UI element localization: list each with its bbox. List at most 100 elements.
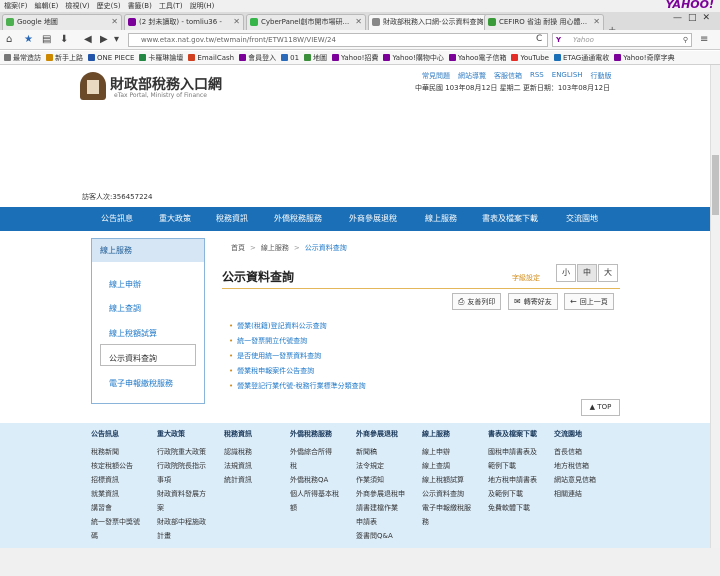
- link-vat-filing[interactable]: 營業稅申報案件公告查詢: [229, 366, 314, 376]
- service-mail-link[interactable]: 客服信箱: [494, 71, 522, 81]
- nav-online-services[interactable]: 線上服務: [425, 207, 457, 231]
- nav-tax-info[interactable]: 稅務資訊: [216, 207, 248, 231]
- search-icon[interactable]: ⚲: [683, 34, 688, 46]
- forward-to-friend-button[interactable]: ✉ 轉寄好友: [508, 293, 558, 310]
- bookmark-item[interactable]: Yahoo!奇摩字典: [614, 51, 675, 64]
- mail-icon: ✉: [514, 297, 521, 306]
- sidebar-title: 線上服務: [92, 239, 204, 262]
- close-icon[interactable]: ✕: [593, 15, 600, 29]
- search-input[interactable]: Y Yahoo ⚲: [552, 33, 692, 47]
- sidebar-item-online-apply[interactable]: 線上申辦: [109, 279, 141, 290]
- tab-etax[interactable]: 財政部稅務入口網-公示資料查詢 ✕: [368, 14, 488, 30]
- font-small-button[interactable]: 小: [556, 264, 576, 282]
- bookmark-item[interactable]: EmailCash: [188, 51, 234, 64]
- back-to-top-button[interactable]: ▲ TOP: [581, 399, 620, 416]
- sitemap-link[interactable]: 網站導覽: [458, 71, 486, 81]
- rss-link[interactable]: RSS: [530, 71, 544, 81]
- cefiro-favicon-icon: [488, 18, 496, 26]
- nav-exhibition-refund[interactable]: 外商參展退稅: [349, 207, 397, 231]
- etax-favicon-icon: [372, 18, 380, 26]
- home-icon[interactable]: ⌂: [6, 34, 12, 45]
- forward-icon[interactable]: ▶: [100, 34, 108, 45]
- tab-label: Google 地圖: [17, 18, 58, 26]
- bookmarks-menu-icon[interactable]: ▤: [42, 34, 51, 45]
- nav-foreigner-tax[interactable]: 外僑稅務服務: [274, 207, 322, 231]
- logo-title: 財政部稅務入口網: [110, 77, 222, 93]
- reload-icon[interactable]: C: [536, 34, 542, 44]
- bookmark-item[interactable]: Yahoo電子信箱: [448, 51, 506, 64]
- print-button[interactable]: ⎙ 友善列印: [452, 293, 502, 310]
- download-icon[interactable]: ⬇: [60, 34, 68, 45]
- breadcrumb-home[interactable]: 首頁: [231, 244, 245, 252]
- footer-sitemap: 公告訊息 稅務新聞 核定稅額公告 招標資訊 就業資訊 講習會 統一發票中獎號 碼…: [0, 423, 720, 548]
- sidebar-item-tax-calc[interactable]: 線上稅額試算: [109, 328, 157, 339]
- address-bar[interactable]: www.etax.nat.gov.tw/etwmain/front/ETW118…: [128, 33, 548, 47]
- link-industry-code[interactable]: 營業登記行業代號-稅務行業標準分類查詢: [229, 381, 366, 391]
- nav-community[interactable]: 交流園地: [566, 207, 598, 231]
- tab-mail[interactable]: (2 封未讀取) - tomliu36 - ✕: [124, 14, 244, 30]
- menu-bookmarks[interactable]: 書籤(B): [128, 0, 152, 12]
- visitor-count: 訪客人次:356457224: [82, 193, 153, 201]
- breadcrumb-online-services[interactable]: 線上服務: [261, 244, 289, 252]
- bookmark-star-icon[interactable]: ★: [24, 34, 33, 45]
- bookmark-item[interactable]: Yahoo!招費: [332, 51, 378, 64]
- footer-col-exhibition-refund: 外商參展退稅 新聞稿 法令規定 作業須知 外商參展退稅申 請書建檔作業 申請表 …: [356, 430, 405, 540]
- back-icon[interactable]: ◀: [84, 34, 92, 45]
- breadcrumb-current: 公示資料查詢: [304, 244, 347, 252]
- menu-history[interactable]: 歷史(S): [97, 0, 121, 12]
- go-back-button[interactable]: ← 回上一頁: [564, 293, 614, 310]
- search-placeholder: Yahoo: [573, 36, 594, 44]
- close-icon[interactable]: ✕: [111, 15, 118, 29]
- menu-file[interactable]: 檔案(F): [4, 0, 28, 12]
- history-dropdown-icon[interactable]: ▾: [114, 34, 119, 45]
- tab-cyberpanel[interactable]: CyberPanel創市開市場研... ✕: [246, 14, 366, 30]
- english-link[interactable]: ENGLISH: [552, 71, 583, 81]
- close-icon[interactable]: ✕: [355, 15, 362, 29]
- window-controls-icon[interactable]: —□✕: [673, 13, 716, 23]
- bookmarks-toolbar: 最常造訪 新手上路 ONE PIECE 卡羅琳論壇 EmailCash 會員登入…: [0, 51, 720, 65]
- bookmark-item[interactable]: 新手上路: [46, 51, 83, 64]
- tab-label: CyberPanel創市開市場研...: [261, 18, 350, 26]
- bookmark-item[interactable]: 最常造訪: [4, 51, 41, 64]
- bookmark-icon: [332, 54, 340, 61]
- tab-cefiro[interactable]: CEFIRO 省油 耐操 用心體... ✕: [484, 14, 604, 30]
- sidebar-item-public-data[interactable]: 公示資料查詢: [109, 353, 157, 364]
- menu-edit[interactable]: 編輯(E): [35, 0, 59, 12]
- link-business-registration[interactable]: 營業(稅籍)登記資料公示查詢: [229, 321, 326, 331]
- sidebar-item-online-query[interactable]: 線上查調: [109, 303, 141, 314]
- bookmark-item[interactable]: 會員登入: [239, 51, 276, 64]
- menu-tools[interactable]: 工具(T): [159, 0, 183, 12]
- font-large-button[interactable]: 大: [598, 264, 618, 282]
- yahoo-search-engine-icon[interactable]: Y: [556, 34, 561, 46]
- building-emblem-icon: [80, 72, 106, 100]
- menu-hamburger-icon[interactable]: ≡: [700, 34, 708, 45]
- bookmark-item[interactable]: ETAG通通電收: [553, 51, 609, 64]
- nav-downloads[interactable]: 書表及檔案下載: [482, 207, 538, 231]
- tab-google-maps[interactable]: Google 地圖 ✕: [2, 14, 122, 30]
- faq-link[interactable]: 常見問題: [422, 71, 450, 81]
- link-uses-invoice[interactable]: 是否使用統一發票資料查詢: [229, 351, 321, 361]
- menu-view[interactable]: 檢視(V): [65, 0, 89, 12]
- sidebar-item-e-filing[interactable]: 電子申報繳稅服務: [109, 378, 173, 389]
- bookmark-item[interactable]: 地圖: [304, 51, 327, 64]
- bookmark-item[interactable]: Yahoo!購物中心: [383, 51, 444, 64]
- bookmark-item[interactable]: 01: [281, 51, 299, 64]
- bookmark-item[interactable]: 卡羅琳論壇: [139, 51, 183, 64]
- bookmark-icon: [4, 54, 11, 61]
- bookmark-icon: [139, 54, 147, 61]
- scrollbar-thumb[interactable]: [712, 155, 719, 215]
- close-icon[interactable]: ✕: [233, 15, 240, 29]
- font-medium-button[interactable]: 中: [577, 264, 597, 282]
- footer-col-online-services: 線上服務 線上申辦 線上查調 線上稅額試算 公示資料查詢 電子申報繳稅服 務: [422, 430, 471, 526]
- page-scrollbar[interactable]: [710, 65, 720, 548]
- nav-policy[interactable]: 重大政策: [159, 207, 191, 231]
- link-invoice-code[interactable]: 統一發票開立代號查詢: [229, 336, 307, 346]
- tab-label: 財政部稅務入口網-公示資料查詢: [383, 18, 484, 26]
- bookmark-icon: [614, 54, 622, 61]
- mobile-link[interactable]: 行動版: [591, 71, 612, 81]
- close-icon[interactable]: ✕: [477, 15, 484, 29]
- nav-announcements[interactable]: 公告訊息: [101, 207, 133, 231]
- menu-help[interactable]: 說明(H): [190, 0, 215, 12]
- bookmark-item[interactable]: ONE PIECE: [88, 51, 134, 64]
- bookmark-item[interactable]: YouTube: [511, 51, 549, 64]
